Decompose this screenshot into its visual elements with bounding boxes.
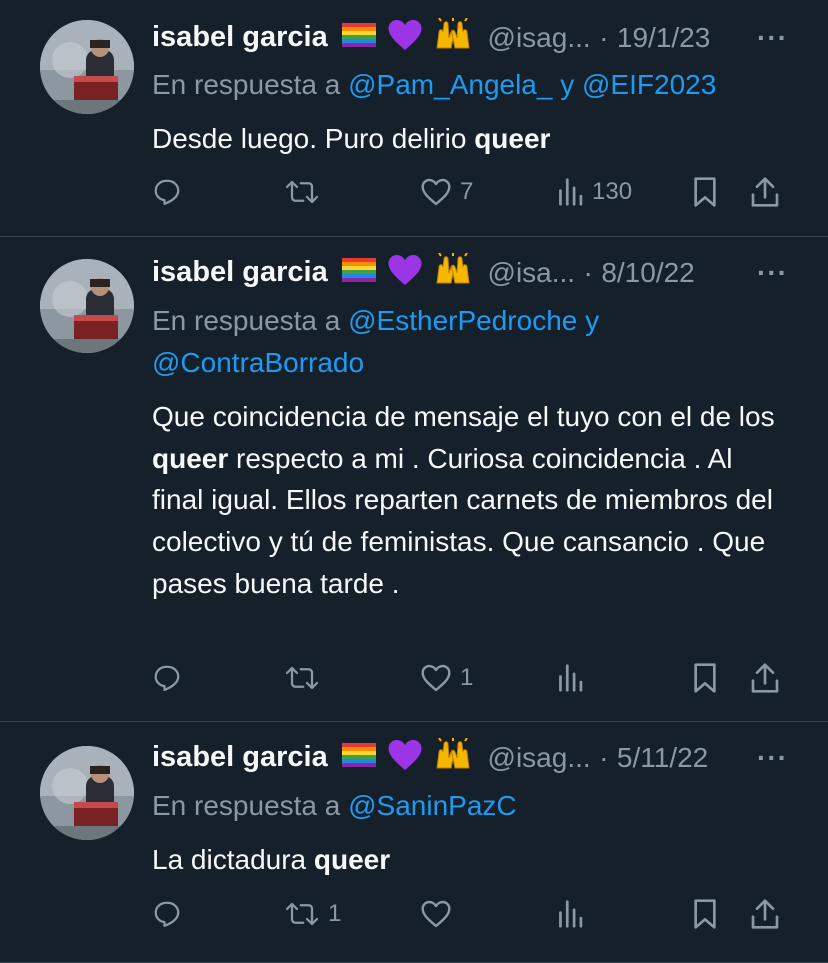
tweet-text-bold: queer — [313, 844, 391, 875]
tweet-text-bold: queer — [152, 442, 229, 474]
separator-dot: · — [599, 741, 609, 773]
share-button[interactable] — [750, 894, 780, 934]
reply-context: En respuesta a @Pam_Angela_ y @EIF2023 — [152, 64, 788, 106]
bookmark-button[interactable] — [692, 894, 718, 934]
tweet-text: Desde luego. Puro delirio queer — [152, 118, 788, 160]
avatar[interactable] — [40, 746, 134, 840]
tweet[interactable]: isabel garcia @isag... · 5/11/22 ··· En … — [0, 722, 828, 963]
tweet[interactable]: isabel garcia @isa... · 8/10/22 ··· En r… — [0, 237, 828, 722]
retweet-button[interactable]: 1 — [284, 894, 341, 934]
retweet-button[interactable] — [284, 658, 328, 698]
reply-prefix: En respuesta a — [152, 305, 349, 336]
retweet-icon — [285, 180, 319, 204]
action-bar: 7 130 — [152, 172, 788, 212]
reply-mentions[interactable]: @Pam_Angela_ y @EIF2023 — [348, 69, 716, 100]
raised-hands-icon — [433, 737, 473, 777]
reply-prefix: En respuesta a — [152, 790, 349, 821]
like-icon — [421, 900, 451, 928]
share-button[interactable] — [750, 172, 780, 212]
views-button[interactable] — [556, 894, 592, 934]
retweet-count: 1 — [328, 900, 342, 927]
reply-icon — [154, 179, 180, 205]
author-handle[interactable]: @isag... — [488, 742, 591, 773]
reply-context: En respuesta a @SaninPazC — [152, 785, 788, 827]
raised-hands-icon — [433, 17, 473, 57]
retweet-button[interactable] — [284, 172, 328, 212]
author-handle[interactable]: @isag... — [488, 22, 591, 53]
tweet[interactable]: isabel garcia @isag... · 19/1/23 ··· En … — [0, 0, 828, 237]
view-count: 130 — [592, 178, 633, 205]
reply-mentions[interactable]: @EstherPedroche y — [348, 305, 599, 336]
bookmark-icon — [694, 663, 716, 693]
purple-heart-icon — [387, 738, 423, 777]
separator-dot: · — [583, 256, 593, 288]
reply-icon — [154, 901, 180, 927]
separator-dot: · — [599, 21, 609, 53]
like-count: 7 — [460, 178, 474, 205]
tweet-text: Que coincidencia de mensaje el tuyo con … — [152, 396, 788, 605]
bookmark-button[interactable] — [692, 658, 718, 698]
like-count: 1 — [460, 664, 474, 691]
like-button[interactable] — [420, 894, 460, 934]
like-button[interactable]: 1 — [420, 658, 473, 698]
avatar[interactable] — [40, 259, 134, 353]
reply-prefix: En respuesta a — [152, 69, 349, 100]
reply-button[interactable] — [152, 658, 190, 698]
views-icon — [559, 664, 583, 692]
like-button[interactable]: 7 — [420, 172, 473, 212]
bookmark-icon — [694, 177, 716, 207]
purple-heart-icon — [387, 253, 423, 292]
tweet-text-bold: queer — [474, 123, 551, 154]
share-icon — [751, 177, 779, 207]
author-name[interactable]: isabel garcia — [152, 21, 328, 53]
share-icon — [751, 899, 779, 929]
reply-button[interactable] — [152, 894, 190, 934]
more-icon[interactable]: ··· — [757, 22, 788, 54]
reply-mentions[interactable]: @SaninPazC — [348, 790, 517, 821]
avatar[interactable] — [40, 20, 134, 114]
like-icon — [421, 178, 451, 206]
raised-hands-icon — [433, 252, 473, 292]
tweet-date[interactable]: 19/1/23 — [617, 22, 710, 53]
action-bar: 1 — [152, 658, 788, 698]
reply-mentions-line2[interactable]: @ContraBorrado — [152, 347, 364, 378]
share-button[interactable] — [750, 658, 780, 698]
tweet-date[interactable]: 8/10/22 — [601, 257, 694, 288]
tweet-text-part: Que coincidencia de mensaje el tuyo con … — [152, 401, 775, 432]
views-button[interactable] — [556, 658, 592, 698]
retweet-icon — [285, 666, 319, 690]
reply-button[interactable] — [152, 172, 190, 212]
views-icon — [559, 900, 583, 928]
rainbow-flag-icon — [342, 23, 377, 52]
purple-heart-icon — [387, 18, 423, 57]
rainbow-flag-icon — [342, 258, 377, 287]
like-icon — [421, 664, 451, 692]
bookmark-icon — [694, 899, 716, 929]
tweet-date[interactable]: 5/11/22 — [617, 742, 708, 773]
more-icon[interactable]: ··· — [757, 742, 788, 774]
retweet-icon — [285, 902, 319, 926]
reply-icon — [154, 665, 180, 691]
action-bar: 1 — [152, 894, 788, 934]
tweet-text-part: La dictadura — [152, 844, 314, 875]
tweet-header: isabel garcia @isag... · 19/1/23 ··· — [152, 17, 788, 62]
views-icon — [559, 178, 583, 206]
tweet-text-part: Desde luego. Puro delirio — [152, 123, 475, 154]
author-name[interactable]: isabel garcia — [152, 741, 328, 773]
tweet-header: isabel garcia @isa... · 8/10/22 ··· — [152, 252, 788, 297]
rainbow-flag-icon — [342, 743, 377, 772]
tweet-header: isabel garcia @isag... · 5/11/22 ··· — [152, 737, 788, 782]
tweet-text-part: respecto a mi . Curiosa coincidencia . A… — [152, 442, 773, 599]
bookmark-button[interactable] — [692, 172, 718, 212]
author-name[interactable]: isabel garcia — [152, 256, 328, 288]
more-icon[interactable]: ··· — [757, 257, 788, 289]
author-handle[interactable]: @isa... — [488, 257, 576, 288]
tweet-text: La dictadura queer — [152, 839, 788, 881]
share-icon — [751, 663, 779, 693]
views-button[interactable]: 130 — [556, 172, 632, 212]
reply-context: En respuesta a @EstherPedroche y @Contra… — [152, 300, 788, 384]
